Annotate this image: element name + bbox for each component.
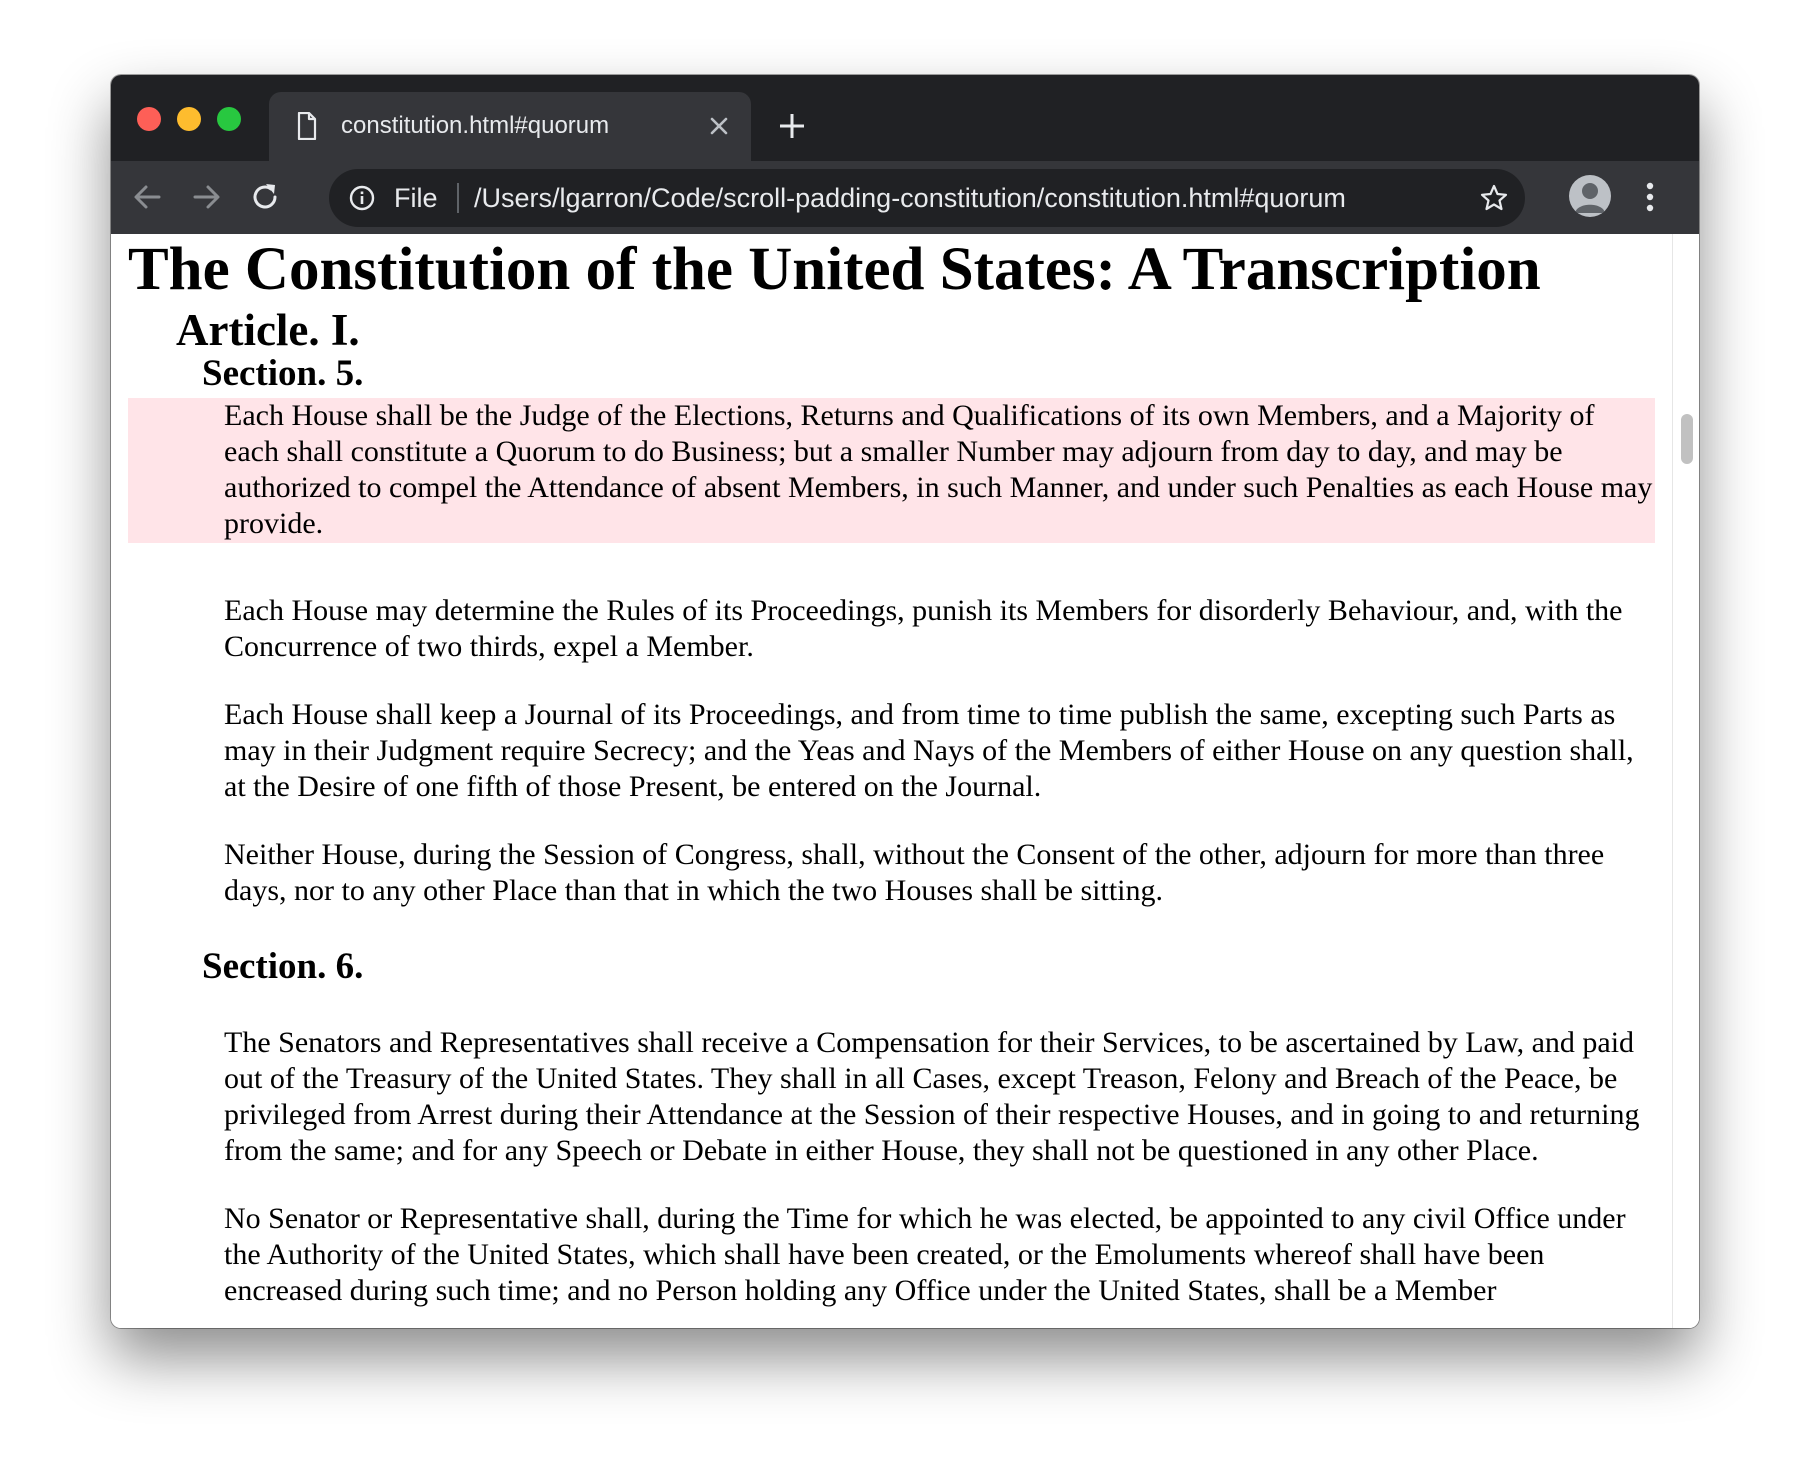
quorum-paragraph: Each House shall be the Judge of the Ele… <box>128 398 1655 543</box>
toolbar: File /Users/lgarron/Code/scroll-padding-… <box>111 161 1699 234</box>
scrollbar-thumb[interactable] <box>1681 414 1693 464</box>
tab-active[interactable]: constitution.html#quorum <box>269 92 751 161</box>
paragraph: The Senators and Representatives shall r… <box>224 1026 1640 1167</box>
scheme-label: File <box>394 183 438 213</box>
minimize-window-button[interactable] <box>177 107 201 131</box>
page-viewport: The Constitution of the United States: A… <box>111 234 1699 1328</box>
close-tab-icon[interactable] <box>707 114 731 138</box>
info-icon[interactable] <box>349 185 375 211</box>
vertical-scrollbar[interactable] <box>1672 234 1699 1328</box>
paragraph: Each House shall keep a Journal of its P… <box>224 698 1634 803</box>
person-icon <box>1575 183 1605 213</box>
document-title: The Constitution of the United States: A… <box>128 236 1541 303</box>
profile-avatar-icon[interactable] <box>1569 175 1611 217</box>
browser-window: constitution.html#quorum File /Users/lga… <box>111 75 1699 1328</box>
paragraph: Neither House, during the Session of Con… <box>224 838 1605 907</box>
more-menu-icon[interactable] <box>1644 179 1656 215</box>
tab-title: constitution.html#quorum <box>341 112 610 139</box>
reload-icon[interactable] <box>247 179 283 215</box>
close-window-button[interactable] <box>137 107 161 131</box>
paragraph: No Senator or Representative shall, duri… <box>224 1202 1626 1307</box>
new-tab-icon[interactable] <box>777 111 807 141</box>
document-content: The Constitution of the United States: A… <box>128 234 1655 1328</box>
section-heading: Section. 5. <box>202 353 364 394</box>
bookmark-star-icon[interactable] <box>1479 183 1509 213</box>
file-icon <box>297 112 317 140</box>
address-separator <box>457 183 459 213</box>
section-heading: Section. 6. <box>202 946 364 987</box>
paragraph: Each House may determine the Rules of it… <box>224 594 1623 663</box>
article-heading: Article. I. <box>176 305 360 355</box>
forward-icon[interactable] <box>189 179 225 215</box>
url-text[interactable]: /Users/lgarron/Code/scroll-padding-const… <box>474 183 1346 213</box>
zoom-window-button[interactable] <box>217 107 241 131</box>
address-bar[interactable]: File /Users/lgarron/Code/scroll-padding-… <box>329 169 1525 227</box>
back-icon[interactable] <box>129 179 165 215</box>
tab-strip: constitution.html#quorum <box>111 75 1699 161</box>
